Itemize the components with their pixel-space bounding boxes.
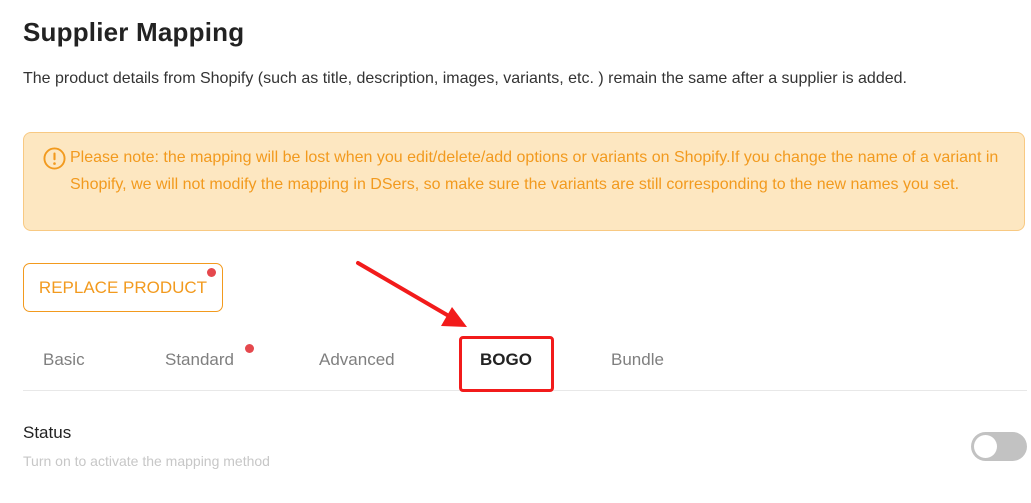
toggle-knob	[974, 435, 997, 458]
annotation-arrow-icon	[356, 261, 467, 327]
status-toggle[interactable]	[971, 432, 1027, 461]
page-description: The product details from Shopify (such a…	[23, 70, 907, 87]
tab-standard[interactable]: Standard	[165, 350, 234, 370]
tab-basic[interactable]: Basic	[43, 350, 85, 370]
page-title: Supplier Mapping	[23, 17, 245, 47]
bogo-highlight-box	[459, 336, 554, 392]
notice-text: Please note: the mapping will be lost wh…	[70, 149, 999, 193]
tab-bundle[interactable]: Bundle	[611, 350, 664, 370]
status-hint: Turn on to activate the mapping method	[23, 453, 270, 469]
tab-standard-badge	[245, 344, 254, 353]
replace-product-button[interactable]: REPLACE PRODUCT	[23, 263, 223, 312]
tab-advanced[interactable]: Advanced	[319, 350, 395, 370]
warning-circle-icon	[43, 147, 66, 170]
status-label: Status	[23, 423, 72, 442]
notice-banner: Please note: the mapping will be lost wh…	[23, 132, 1025, 231]
replace-product-badge	[207, 268, 216, 277]
